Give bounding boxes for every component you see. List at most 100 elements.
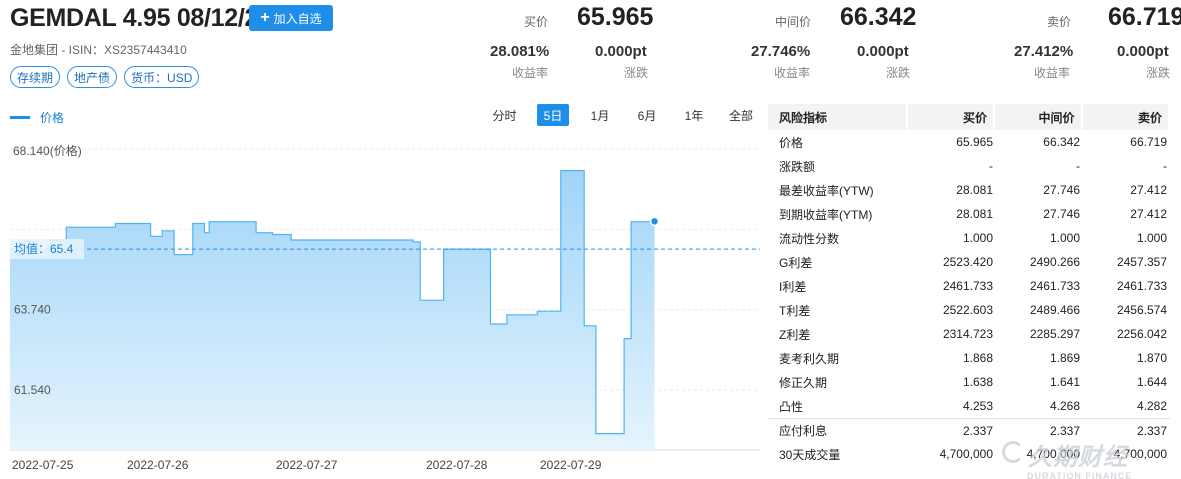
bid-label: 买价 (524, 15, 549, 29)
range-1y[interactable]: 1年 (677, 104, 711, 126)
ask-value: 27.412 (1130, 183, 1167, 197)
bid-price: 65.965 (577, 3, 654, 31)
watermark: 久期财经 DURATION FINANCE (1002, 437, 1131, 479)
header-ask: 卖价 (1082, 104, 1168, 130)
metric-name: 涨跌额 (779, 159, 816, 174)
table-row: 价格 65.965 66.342 66.719 (768, 130, 1170, 154)
ask-value: 2.337 (1136, 423, 1167, 438)
bid-value: 1.638 (962, 375, 993, 389)
mid-value: 2489.466 (1029, 303, 1080, 317)
range-selector: 分时 5日 1月 6月 1年 全部 (483, 104, 758, 126)
tag-tenor[interactable]: 存续期 (10, 66, 61, 88)
table-row: 流动性分数 1.000 1.000 1.000 (768, 226, 1170, 250)
ask-value: 2457.357 (1116, 255, 1167, 269)
bid-value: 2523.420 (942, 255, 993, 269)
header-bid: 买价 (907, 104, 994, 130)
add-to-watchlist-label: 加入自选 (273, 11, 322, 26)
range-1m[interactable]: 1月 (583, 104, 617, 126)
risk-metrics-table: 风险指标 买价 中间价 卖价 价格 65.965 66.342 66.719 涨跌额 - -… (768, 104, 1170, 466)
x-tick-label: 2022-07-26 (127, 458, 189, 472)
bid-value: 28.081 (956, 183, 993, 197)
price-chart[interactable]: 68.140(价格) 均值：65.4 63.740 61.540 2022-07… (0, 135, 762, 475)
y-axis-title: 68.140(价格) (13, 143, 82, 158)
duration-finance-logo-icon (1002, 441, 1024, 463)
table-row: 凸性 4.253 4.268 4.282 (768, 394, 1170, 418)
mid-label: 中间价 (775, 15, 812, 29)
bid-value: 1.868 (962, 351, 993, 365)
bid-value: 28.081 (956, 207, 993, 221)
range-all[interactable]: 全部 (724, 104, 758, 126)
price-area (10, 170, 655, 450)
ask-value: 4.282 (1136, 399, 1167, 413)
metric-name: 价格 (779, 135, 804, 150)
metric-name: Z利差 (779, 327, 811, 342)
metric-name: 流动性分数 (779, 231, 840, 246)
metric-name: 凸性 (779, 399, 804, 414)
mid-value: 27.746 (1043, 183, 1080, 197)
metric-name: 修正久期 (779, 375, 828, 390)
metric-name: 应付利息 (779, 424, 828, 438)
table-row: 修正久期 1.638 1.641 1.644 (768, 370, 1170, 394)
table-row: 到期收益率(YTM) 28.081 27.746 27.412 (768, 202, 1170, 226)
ask-value: 1.644 (1136, 375, 1167, 389)
metric-name: 最差收益率(YTW) (779, 183, 874, 198)
range-5d[interactable]: 5日 (537, 104, 569, 126)
table-row: T利差 2522.603 2489.466 2456.574 (768, 298, 1170, 322)
mid-value: 2.337 (1049, 423, 1080, 438)
mid-value: 27.746 (1043, 207, 1080, 221)
x-tick-label: 2022-07-28 (426, 458, 488, 472)
bid-value: 4.253 (962, 399, 993, 413)
last-price-marker[interactable] (649, 216, 660, 227)
mid-change: 0.000pt (857, 43, 909, 60)
x-tick-label: 2022-07-29 (540, 458, 602, 472)
mid-value: 2461.733 (1029, 279, 1080, 293)
metric-name: T利差 (779, 303, 811, 318)
ask-value: 2461.733 (1116, 279, 1167, 293)
metric-name: 30天成交量 (779, 447, 841, 462)
watermark-en: DURATION FINANCE (1027, 471, 1133, 479)
metric-name: G利差 (779, 255, 813, 270)
ask-value: - (1163, 159, 1167, 173)
add-to-watchlist-button[interactable]: + 加入自选 (249, 5, 333, 31)
bid-change-label: 涨跌 (624, 66, 649, 80)
ask-value: 2256.042 (1116, 327, 1167, 341)
ask-value: 1.000 (1136, 231, 1167, 245)
table-header: 风险指标 买价 中间价 卖价 (768, 104, 1170, 130)
tag-sector[interactable]: 地产债 (67, 66, 118, 88)
ask-label: 卖价 (1047, 15, 1072, 29)
ask-value: 2456.574 (1116, 303, 1167, 317)
ask-price: 66.719 (1108, 3, 1181, 31)
table-row: 麦考利久期 1.868 1.869 1.870 (768, 346, 1170, 370)
table-row: 涨跌额 - - - (768, 154, 1170, 178)
y-tick-label: 63.740 (14, 303, 51, 317)
legend-label: 价格 (40, 111, 65, 125)
ask-value: 27.412 (1130, 207, 1167, 221)
table-row: I利差 2461.733 2461.733 2461.733 (768, 274, 1170, 298)
ask-value: 66.719 (1130, 135, 1167, 149)
bid-value: 2314.723 (942, 327, 993, 341)
metric-name: I利差 (779, 279, 807, 294)
mid-yield-label: 收益率 (774, 66, 811, 80)
tag-currency[interactable]: 货币：USD (124, 66, 200, 88)
bid-value: 1.000 (962, 231, 993, 245)
mid-value: 2285.297 (1029, 327, 1080, 341)
x-tick-label: 2022-07-25 (12, 458, 74, 472)
table-body: 价格 65.965 66.342 66.719 涨跌额 - - - 最差收益率(YTW) 28.0… (768, 130, 1170, 466)
bid-yield: 28.081% (490, 43, 550, 60)
chart-legend[interactable]: 价格 (10, 109, 64, 126)
watermark-cn: 久期财经 (1028, 444, 1128, 471)
header-metric: 风险指标 (768, 104, 906, 130)
range-6m[interactable]: 6月 (630, 104, 664, 126)
ask-change-label: 涨跌 (1146, 66, 1171, 80)
ask-change: 0.000pt (1117, 43, 1169, 60)
x-axis-labels: 2022-07-25 2022-07-26 2022-07-27 2022-07… (12, 458, 602, 472)
range-intraday[interactable]: 分时 (483, 104, 526, 126)
mid-yield: 27.746% (751, 43, 811, 60)
metric-name: 到期收益率(YTM) (779, 207, 873, 222)
y-tick-label: 61.540 (14, 383, 51, 397)
bid-value: 2461.733 (942, 279, 993, 293)
mid-value: 1.000 (1049, 231, 1080, 245)
table-row: 最差收益率(YTW) 28.081 27.746 27.412 (768, 178, 1170, 202)
bid-value: 2.337 (962, 423, 993, 438)
bond-title: GEMDAL 4.95 08/12/24 (10, 4, 272, 32)
